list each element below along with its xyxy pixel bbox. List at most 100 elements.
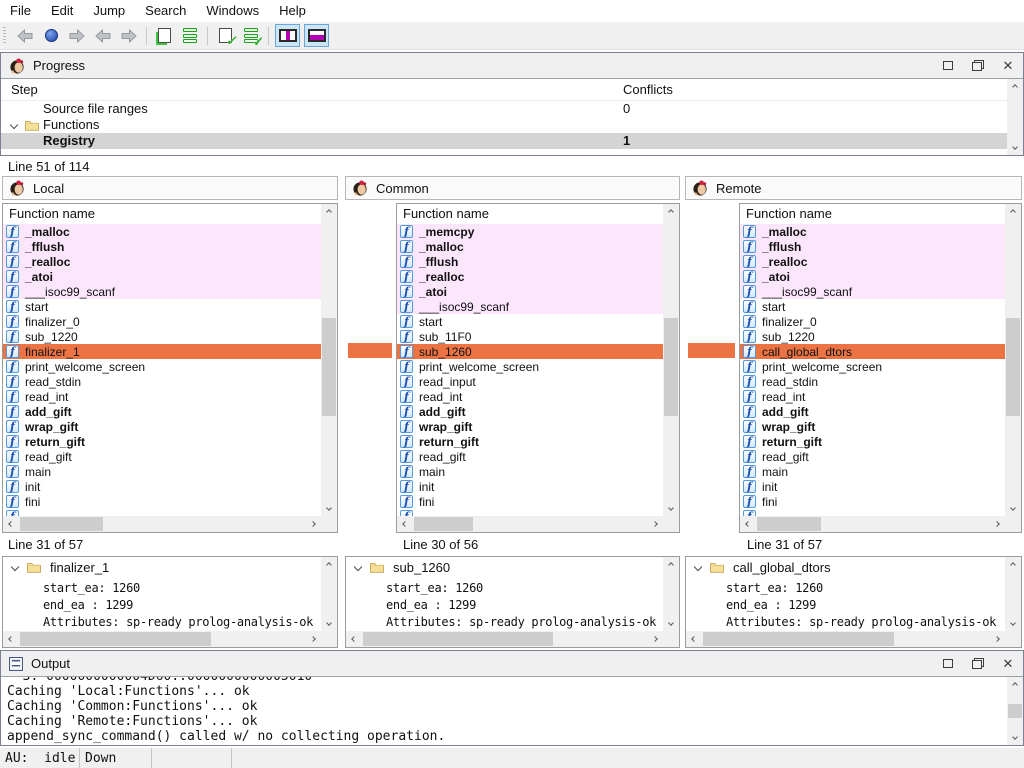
float-button[interactable] bbox=[963, 53, 993, 78]
menu-search[interactable]: Search bbox=[135, 0, 196, 22]
scrollbar-thumb[interactable] bbox=[703, 632, 894, 646]
horizontal-scrollbar[interactable] bbox=[740, 516, 1005, 532]
function-row[interactable]: fread_input bbox=[397, 374, 663, 389]
function-row[interactable]: f_realloc bbox=[3, 254, 321, 269]
vertical-scrollbar[interactable] bbox=[1007, 677, 1023, 745]
column-header-step[interactable]: Step bbox=[11, 79, 38, 101]
expander-chevron-icon[interactable] bbox=[10, 121, 18, 129]
close-button[interactable]: ✕ bbox=[993, 53, 1023, 78]
forward-button[interactable] bbox=[65, 24, 89, 48]
scroll-right-button[interactable] bbox=[647, 516, 663, 532]
function-row[interactable]: f_malloc bbox=[740, 224, 1005, 239]
function-row[interactable]: fprint_welcome_screen bbox=[740, 359, 1005, 374]
scroll-right-button[interactable] bbox=[305, 516, 321, 532]
vertical-scrollbar[interactable] bbox=[663, 204, 679, 516]
function-row[interactable]: fsub_11F0 bbox=[397, 329, 663, 344]
scroll-down-button[interactable] bbox=[321, 500, 337, 516]
local-panel-titlebar[interactable]: Local bbox=[2, 176, 338, 200]
function-row[interactable]: f___isoc99_scanf bbox=[397, 299, 663, 314]
detail-tree-item[interactable]: finalizer_1 bbox=[3, 557, 321, 577]
function-row[interactable]: fprint_welcome_screen bbox=[3, 359, 321, 374]
function-row[interactable]: fwrap_gift bbox=[397, 419, 663, 434]
scroll-right-button[interactable] bbox=[647, 631, 663, 647]
segments-button[interactable] bbox=[178, 24, 202, 48]
scroll-down-button[interactable] bbox=[321, 615, 337, 631]
vertical-scrollbar[interactable] bbox=[321, 557, 337, 631]
function-row[interactable]: f bbox=[397, 509, 663, 516]
function-row[interactable]: fread_int bbox=[3, 389, 321, 404]
conflict-marker[interactable] bbox=[348, 343, 392, 358]
function-row[interactable]: f_fflush bbox=[397, 254, 663, 269]
function-row[interactable]: fsub_1220 bbox=[740, 329, 1005, 344]
remote-panel-titlebar[interactable]: Remote bbox=[685, 176, 1022, 200]
function-row[interactable]: fstart bbox=[397, 314, 663, 329]
progress-vertical-scrollbar[interactable] bbox=[1007, 79, 1023, 155]
scroll-up-button[interactable] bbox=[663, 557, 679, 573]
function-row[interactable]: f_realloc bbox=[740, 254, 1005, 269]
scroll-left-button[interactable] bbox=[346, 631, 362, 647]
scrollbar-thumb[interactable] bbox=[414, 517, 473, 531]
horizontal-scrollbar[interactable] bbox=[3, 516, 321, 532]
scrollbar-thumb[interactable] bbox=[664, 318, 678, 416]
scroll-up-button[interactable] bbox=[321, 204, 337, 220]
vertical-scrollbar[interactable] bbox=[1005, 204, 1021, 516]
function-row[interactable]: fmain bbox=[397, 464, 663, 479]
function-row[interactable]: f_fflush bbox=[740, 239, 1005, 254]
function-row[interactable]: fread_int bbox=[397, 389, 663, 404]
function-row[interactable]: fadd_gift bbox=[397, 404, 663, 419]
scroll-left-button[interactable] bbox=[686, 631, 702, 647]
function-row[interactable]: fwrap_gift bbox=[3, 419, 321, 434]
output-log[interactable]: 3: 0000000000004D60..0000000000005010Cac… bbox=[1, 676, 1023, 745]
scroll-down-button[interactable] bbox=[1007, 139, 1023, 155]
function-row[interactable]: f bbox=[3, 509, 321, 516]
function-row[interactable]: ffinalizer_0 bbox=[740, 314, 1005, 329]
vertical-scrollbar[interactable] bbox=[1005, 557, 1021, 631]
scroll-down-button[interactable] bbox=[663, 500, 679, 516]
common-panel-titlebar[interactable]: Common bbox=[345, 176, 680, 200]
maximize-button[interactable] bbox=[933, 651, 963, 676]
function-row[interactable]: f bbox=[740, 509, 1005, 516]
scroll-left-button[interactable] bbox=[3, 516, 19, 532]
function-row[interactable]: ffini bbox=[397, 494, 663, 509]
function-row[interactable]: finit bbox=[397, 479, 663, 494]
scroll-down-button[interactable] bbox=[1007, 729, 1023, 745]
function-row[interactable]: f_malloc bbox=[397, 239, 663, 254]
document-check-button[interactable] bbox=[213, 24, 237, 48]
function-row[interactable]: fsub_1220 bbox=[3, 329, 321, 344]
function-row[interactable]: freturn_gift bbox=[740, 434, 1005, 449]
menu-edit[interactable]: Edit bbox=[41, 0, 83, 22]
menu-windows[interactable]: Windows bbox=[196, 0, 269, 22]
scroll-left-button[interactable] bbox=[3, 631, 19, 647]
next-conflict-button[interactable] bbox=[117, 24, 141, 48]
scroll-down-button[interactable] bbox=[663, 615, 679, 631]
function-row[interactable]: f_realloc bbox=[397, 269, 663, 284]
function-row[interactable]: ffinalizer_0 bbox=[3, 314, 321, 329]
function-row[interactable]: fread_stdin bbox=[740, 374, 1005, 389]
function-row[interactable]: fmain bbox=[740, 464, 1005, 479]
scrollbar-thumb[interactable] bbox=[1006, 318, 1020, 416]
function-row[interactable]: fadd_gift bbox=[3, 404, 321, 419]
scroll-left-button[interactable] bbox=[397, 516, 413, 532]
function-row[interactable]: fstart bbox=[3, 299, 321, 314]
scroll-up-button[interactable] bbox=[1007, 79, 1023, 95]
function-row[interactable]: fstart bbox=[740, 299, 1005, 314]
horizontal-scrollbar[interactable] bbox=[3, 631, 321, 647]
function-row[interactable]: f___isoc99_scanf bbox=[3, 284, 321, 299]
document-button[interactable] bbox=[152, 24, 176, 48]
function-row[interactable]: fmain bbox=[3, 464, 321, 479]
close-button[interactable]: ✕ bbox=[993, 651, 1023, 676]
stop-button[interactable] bbox=[39, 24, 63, 48]
function-row[interactable]: fwrap_gift bbox=[740, 419, 1005, 434]
detail-tree-item[interactable]: call_global_dtors bbox=[686, 557, 1005, 577]
scroll-up-button[interactable] bbox=[663, 204, 679, 220]
function-row[interactable]: f_atoi bbox=[3, 269, 321, 284]
function-row[interactable]: fcall_global_dtors bbox=[740, 344, 1005, 359]
function-row[interactable]: ffini bbox=[740, 494, 1005, 509]
progress-step-row[interactable]: Registry1 bbox=[1, 133, 1007, 149]
function-row[interactable]: fread_int bbox=[740, 389, 1005, 404]
function-row[interactable]: fadd_gift bbox=[740, 404, 1005, 419]
split-vertical-toggle[interactable] bbox=[275, 24, 300, 47]
scroll-up-button[interactable] bbox=[1005, 557, 1021, 573]
back-button[interactable] bbox=[13, 24, 37, 48]
function-row[interactable]: freturn_gift bbox=[3, 434, 321, 449]
